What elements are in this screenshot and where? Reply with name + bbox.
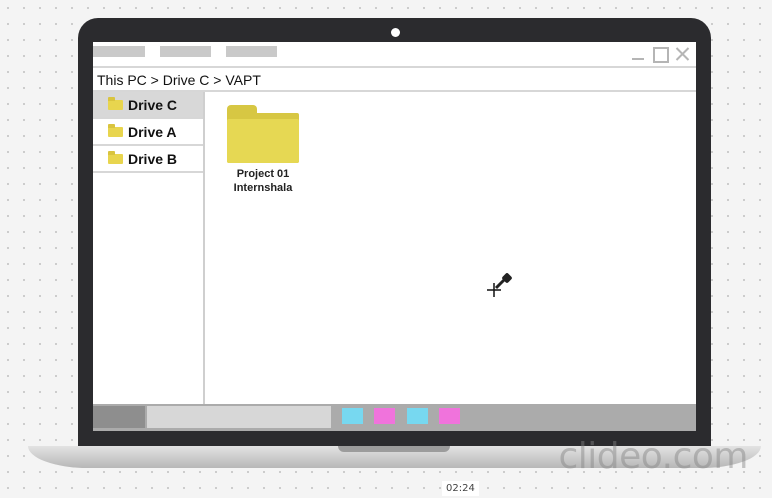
folder-icon [108,150,123,164]
sidebar-item-drive-b[interactable]: Drive B [93,146,203,173]
window-titlebar [93,42,696,66]
laptop-screen: This PC > Drive C > VAPT Drive C Drive A… [93,42,696,431]
title-tab-2[interactable] [160,46,211,57]
folder-icon [108,123,123,137]
taskbar [93,404,696,431]
sidebar-item-drive-a[interactable]: Drive A [93,119,203,146]
taskbar-app-1[interactable] [342,408,363,424]
folder-icon [108,96,123,110]
sidebar: Drive C Drive A Drive B [93,92,205,404]
video-timestamp: 02:24 [442,481,479,496]
folder-label: Project 01 Internshala [233,168,293,194]
sidebar-item-label: Drive A [128,123,177,140]
sidebar-item-label: Drive C [128,96,178,113]
breadcrumb[interactable]: This PC > Drive C > VAPT [93,66,696,92]
start-button[interactable] [93,406,145,428]
taskbar-app-2[interactable] [374,408,395,424]
watermark: clideo.com [558,436,748,477]
window-controls [630,46,690,63]
title-tab-3[interactable] [226,46,277,57]
minimize-icon[interactable] [630,46,646,62]
folder-item-project-01[interactable]: Project 01 Internshala [223,105,303,195]
taskbar-app-4[interactable] [439,408,460,424]
webcam-icon [391,28,400,37]
title-tab-1[interactable] [93,46,145,57]
close-icon[interactable] [674,46,690,62]
taskbar-app-3[interactable] [407,408,428,424]
folder-icon [227,105,299,163]
sidebar-item-label: Drive B [128,150,178,167]
eyedropper-cursor-icon [487,273,512,297]
taskbar-search-field[interactable] [147,406,331,428]
maximize-icon[interactable] [652,46,669,63]
laptop-base-notch [338,446,450,452]
file-content-area: Project 01 Internshala [205,92,696,404]
sidebar-item-drive-c[interactable]: Drive C [93,92,203,119]
